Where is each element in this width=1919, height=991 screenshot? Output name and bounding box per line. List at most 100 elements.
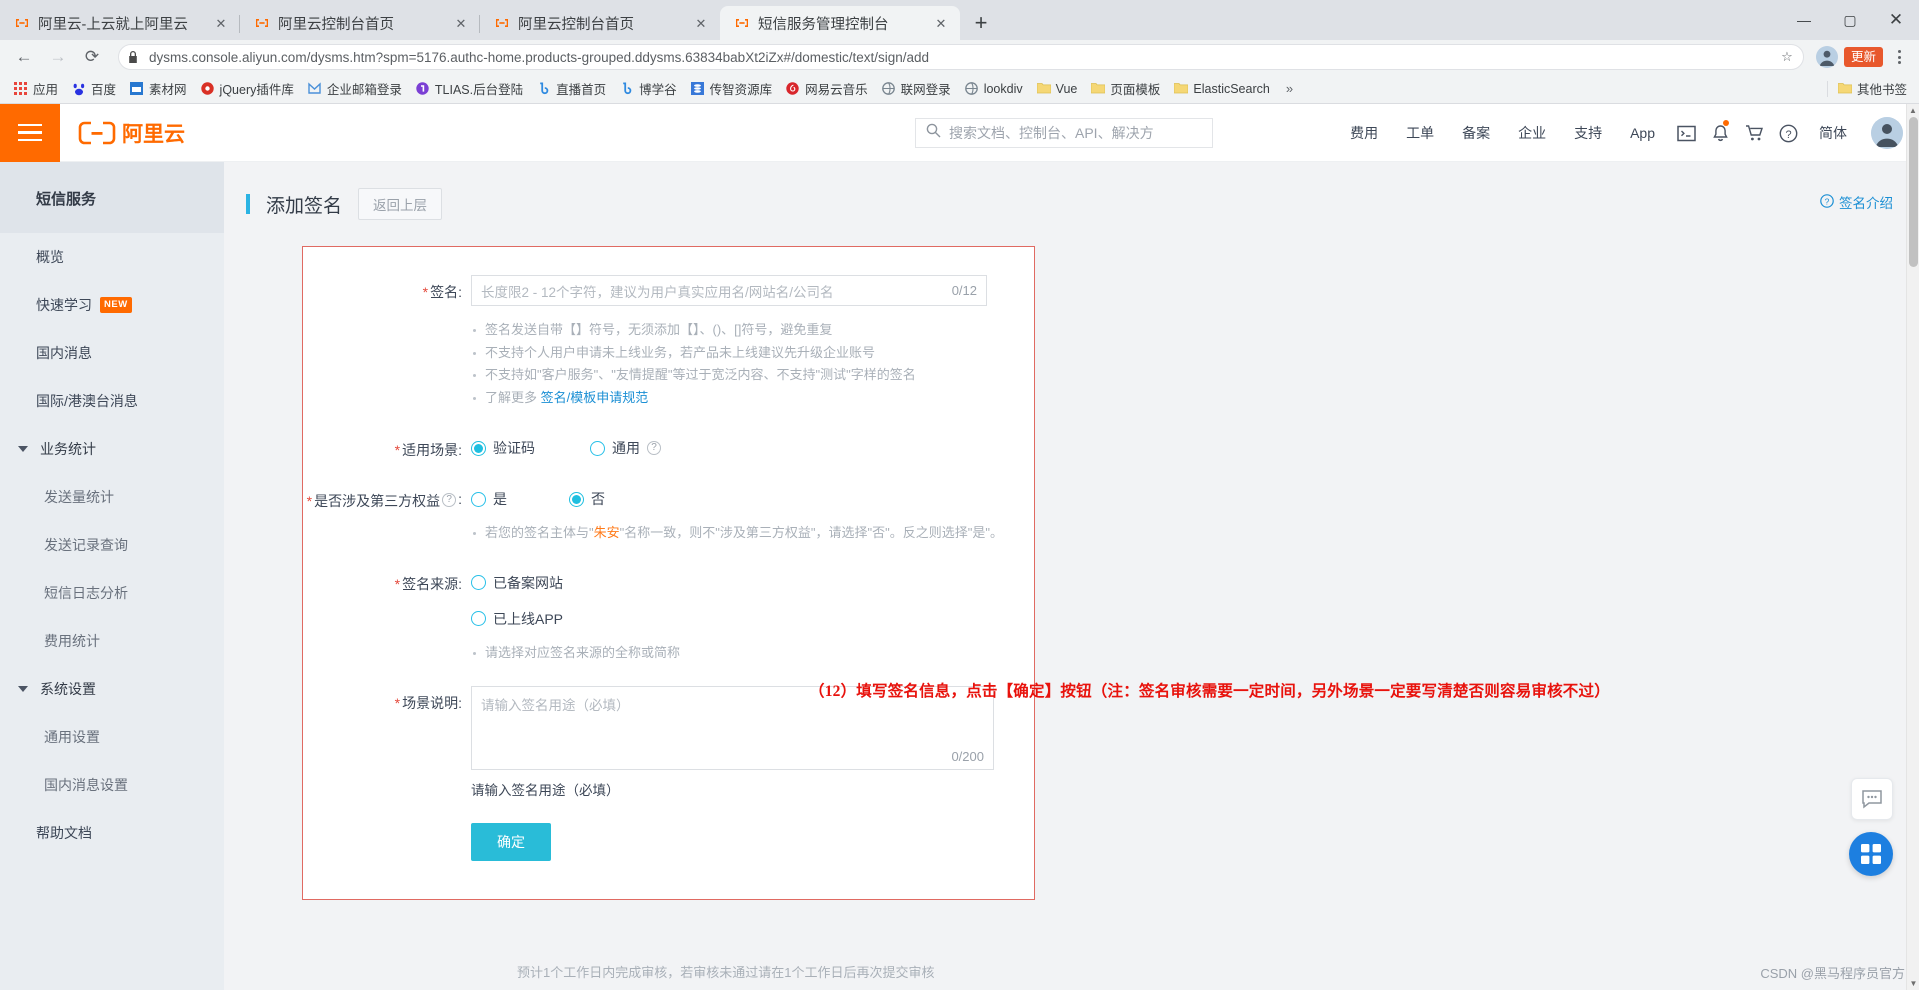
bookmark-star-icon[interactable]: ☆ — [1779, 49, 1795, 65]
source-radio-launched-app[interactable]: 已上线APP — [471, 609, 1012, 629]
page-scrollbar[interactable]: ▲ ▼ — [1906, 104, 1919, 990]
sidebar-item-international-message[interactable]: 国际/港澳台消息 — [0, 377, 224, 425]
bookmark-folder-vue[interactable]: Vue — [1031, 77, 1084, 101]
back-icon[interactable]: ← — [10, 43, 38, 71]
console-search-box[interactable]: 搜索文档、控制台、API、解决方 — [915, 118, 1213, 148]
bookmark-other-bookmarks[interactable]: 其他书签 — [1832, 77, 1913, 101]
url-text: dysms.console.aliyun.com/dysms.htm?spm=5… — [149, 49, 930, 65]
bookmark-enterprise-mail[interactable]: 企业邮箱登录 — [302, 77, 408, 101]
tab-close-icon[interactable]: ✕ — [212, 14, 230, 32]
sidebar-item-label: 快速学习 — [36, 297, 92, 313]
aliyun-logo[interactable]: 阿里云 — [78, 119, 200, 147]
sidebar-item-domestic-message-settings[interactable]: 国内消息设置 — [0, 761, 224, 809]
browser-tab-4-active[interactable]: 短信服务管理控制台 ✕ — [720, 6, 960, 40]
signature-input[interactable]: 长度限2 - 12个字符，建议为用户真实应用名/网站名/公司名 0/12 — [471, 275, 987, 306]
sidebar-item-send-volume-stats[interactable]: 发送量统计 — [0, 473, 224, 521]
bookmark-label: 网易云音乐 — [805, 83, 868, 97]
bookmark-resource-library[interactable]: 传智资源库 — [685, 77, 779, 101]
bookmark-tlias[interactable]: TLIAS.后台登陆 — [410, 77, 529, 101]
sidebar-item-sms-log-analysis[interactable]: 短信日志分析 — [0, 569, 224, 617]
bell-icon[interactable] — [1703, 104, 1737, 162]
sidebar-item-help-docs[interactable]: 帮助文档 — [0, 809, 224, 857]
address-bar[interactable]: dysms.console.aliyun.com/dysms.htm?spm=5… — [118, 44, 1804, 70]
sidebar-item-send-record-query[interactable]: 发送记录查询 — [0, 521, 224, 569]
sidebar-item-domestic-message[interactable]: 国内消息 — [0, 329, 224, 377]
header-link-icp[interactable]: 备案 — [1448, 123, 1504, 143]
update-button[interactable]: 更新 — [1843, 46, 1883, 68]
window-minimize-button[interactable]: — — [1781, 0, 1827, 40]
sidebar-group-system-settings[interactable]: 系统设置 — [0, 665, 224, 713]
third-party-radio-no[interactable]: 否 — [569, 489, 605, 509]
sidebar-item-quick-learn[interactable]: 快速学习 NEW — [0, 281, 224, 329]
window-maximize-button[interactable]: ▢ — [1827, 0, 1873, 40]
scene-radio-general[interactable]: 通用 ? — [590, 438, 661, 458]
title-accent-bar — [246, 194, 250, 214]
source-radio-registered-website[interactable]: 已备案网站 — [471, 573, 1012, 593]
bookmark-lookdiv[interactable]: lookdiv — [959, 77, 1029, 101]
window-close-button[interactable]: ✕ — [1873, 0, 1919, 40]
browser-tab-1[interactable]: 阿里云-上云就上阿里云 ✕ — [0, 6, 240, 40]
bookmark-network-login[interactable]: 联网登录 — [876, 77, 957, 101]
profile-avatar[interactable] — [1815, 46, 1838, 68]
signature-spec-link[interactable]: 签名/模板申请规范 — [541, 390, 649, 405]
bookmark-sucaiwang[interactable]: 素材网 — [124, 77, 193, 101]
tab-title: 阿里云控制台首页 — [278, 16, 394, 33]
bookmark-live-home[interactable]: 直播首页 — [531, 77, 612, 101]
header-link-enterprise[interactable]: 企业 — [1504, 123, 1560, 143]
tab-close-icon[interactable]: ✕ — [452, 14, 470, 32]
header-link-ticket[interactable]: 工单 — [1392, 123, 1448, 143]
header-link-support[interactable]: 支持 — [1560, 123, 1616, 143]
third-party-radio-yes[interactable]: 是 — [471, 489, 507, 509]
radio-label: 已上线APP — [493, 610, 564, 627]
notification-dot — [1723, 120, 1729, 126]
header-link-app[interactable]: App — [1616, 125, 1669, 141]
hamburger-icon[interactable] — [0, 103, 60, 162]
bookmark-baidu[interactable]: 百度 — [66, 77, 122, 101]
tab-close-icon[interactable]: ✕ — [692, 14, 710, 32]
bell-blue-icon — [537, 82, 551, 96]
browser-menu-icon[interactable] — [1889, 50, 1909, 64]
sidebar-item-general-settings[interactable]: 通用设置 — [0, 713, 224, 761]
sidebar-group-business-stats[interactable]: 业务统计 — [0, 425, 224, 473]
bookmark-boxuegu[interactable]: 博学谷 — [614, 77, 683, 101]
help-icon[interactable]: ? — [1771, 104, 1805, 162]
submit-button[interactable]: 确定 — [471, 823, 551, 861]
bookmark-folder-elasticsearch[interactable]: ElasticSearch — [1168, 77, 1275, 101]
scene-general-help-icon[interactable]: ? — [647, 441, 661, 455]
scene-label: 适用场景: — [402, 442, 462, 458]
folder-icon — [1837, 82, 1853, 96]
third-party-tip: 若您的签名主体与"朱安"名称一致，则不"涉及第三方权益"，请选择"否"。反之则选… — [471, 522, 1012, 545]
scroll-down-icon[interactable]: ▼ — [1907, 977, 1919, 990]
signature-tip-2: 不支持个人用户申请未上线业务，若产品未上线建议先升级企业账号 — [471, 342, 1012, 365]
new-tab-button[interactable]: + — [964, 6, 998, 40]
third-party-tip-suffix: "名称一致，则不"涉及第三方权益"，请选择"否"。反之则选择"是"。 — [619, 525, 1003, 540]
sidebar-item-overview[interactable]: 概览 — [0, 233, 224, 281]
scroll-up-icon[interactable]: ▲ — [1907, 104, 1919, 117]
signature-intro-link[interactable]: ? 签名介绍 — [1820, 192, 1893, 212]
cart-icon[interactable] — [1737, 104, 1771, 162]
scrollbar-thumb[interactable] — [1909, 117, 1918, 267]
apps-grid-icon[interactable] — [1849, 832, 1893, 876]
bookmarks-overflow-icon[interactable]: » — [1278, 81, 1301, 96]
forward-icon[interactable]: → — [44, 43, 72, 71]
browser-tab-3[interactable]: 阿里云控制台首页 ✕ — [480, 6, 720, 40]
chat-bubble-icon[interactable] — [1851, 778, 1893, 820]
bookmark-netease-music[interactable]: 网易云音乐 — [780, 77, 874, 101]
back-to-parent-button[interactable]: 返回上层 — [358, 188, 443, 220]
terminal-icon[interactable] — [1669, 104, 1703, 162]
tab-close-icon[interactable]: ✕ — [932, 14, 950, 32]
third-party-help-icon[interactable]: ? — [442, 493, 457, 507]
browser-tab-2[interactable]: 阿里云控制台首页 ✕ — [240, 6, 480, 40]
sidebar-item-label: 发送记录查询 — [44, 537, 128, 553]
user-avatar[interactable] — [1871, 117, 1903, 149]
bookmark-jquery[interactable]: jQuery插件库 — [195, 77, 300, 101]
sidebar-item-fee-stats[interactable]: 费用统计 — [0, 617, 224, 665]
scene-radio-verification-code[interactable]: 验证码 — [471, 438, 535, 458]
header-language-switch[interactable]: 简体 — [1805, 123, 1861, 143]
header-link-fee[interactable]: 费用 — [1336, 123, 1392, 143]
bookmark-apps[interactable]: 应用 — [8, 77, 64, 101]
bookmark-folder-page-templates[interactable]: 页面模板 — [1085, 77, 1166, 101]
radio-label: 已备案网站 — [493, 574, 563, 591]
reload-icon[interactable]: ⟳ — [78, 43, 106, 71]
page-title: 添加签名 — [266, 195, 343, 217]
